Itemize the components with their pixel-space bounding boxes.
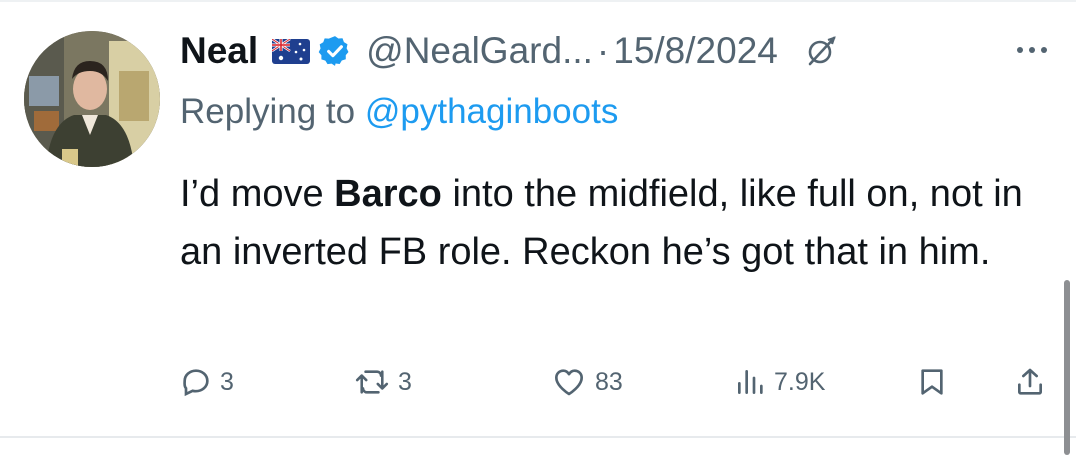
bookmark-button[interactable] [916,360,948,404]
replying-to: Replying to @pythaginboots [180,92,618,132]
more-options-icon[interactable] [1012,40,1052,60]
action-bar: 3 3 83 7.9K [180,360,1060,404]
tweet-text-bold: Barco [334,173,442,215]
avatar[interactable] [24,31,160,167]
views-count: 7.9K [774,367,826,396]
author-name[interactable]: Neal [180,30,258,72]
share-icon [1014,366,1046,398]
replying-to-handle[interactable]: @pythaginboots [365,92,618,131]
views-button[interactable]: 7.9K [734,360,825,404]
like-count: 83 [595,367,623,396]
tweet-date[interactable]: 15/8/2024 [613,30,778,72]
scrollbar[interactable] [1064,280,1070,455]
views-icon [734,366,766,398]
like-button[interactable]: 83 [551,360,623,404]
tweet-text-part1: I’d move [180,173,335,215]
top-divider [0,0,1076,2]
retweet-count: 3 [398,367,412,396]
tweet-text: I’d move Barco into the midfield, like f… [180,165,1060,281]
separator-dot: · [596,30,610,71]
reply-button[interactable]: 3 [180,360,234,404]
australia-flag-icon [271,37,311,64]
replying-to-label: Replying to [180,92,356,131]
bookmark-icon [916,366,948,398]
retweet-icon [354,366,390,398]
share-button[interactable] [1014,360,1046,404]
retweet-button[interactable]: 3 [354,360,412,404]
author-handle[interactable]: @NealGard... [366,30,593,72]
grok-icon[interactable] [804,34,838,68]
reply-icon [180,366,212,398]
reply-count: 3 [220,367,234,396]
heart-icon [551,366,587,398]
tweet-header: Neal @NealGard... · 15/8/2024 [180,26,838,76]
verified-badge-icon [318,34,352,68]
bottom-divider [0,436,1076,438]
